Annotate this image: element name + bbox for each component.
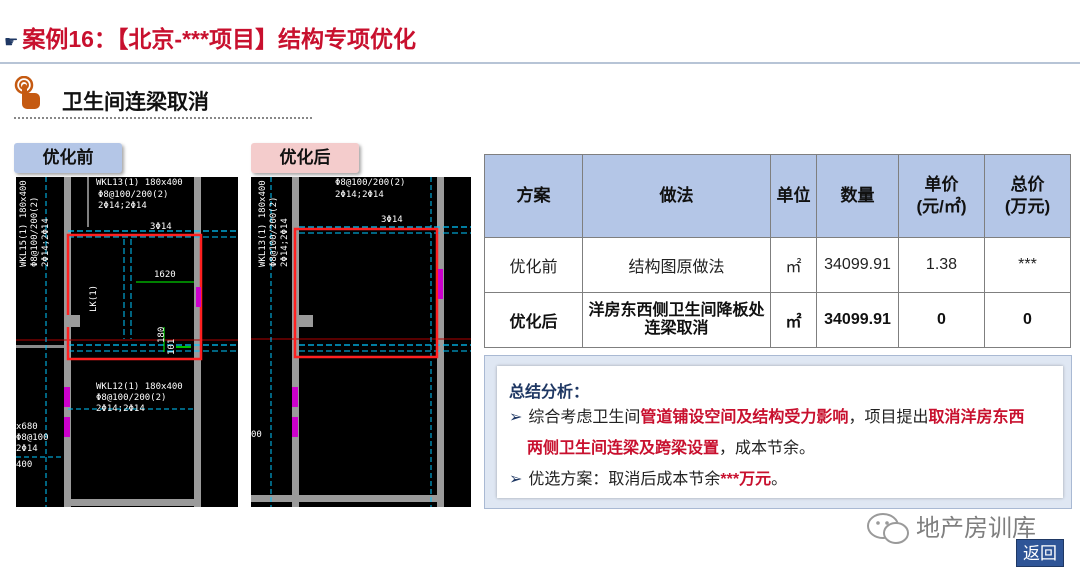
svg-text:00: 00 <box>251 430 262 440</box>
svg-text:WKL13(1) 180x400: WKL13(1) 180x400 <box>258 180 268 267</box>
svg-text:180: 180 <box>157 327 167 343</box>
cell-method: 结构图原做法 <box>582 237 771 293</box>
svg-text:WKL15(1) 180x400: WKL15(1) 180x400 <box>19 180 29 267</box>
bullet-1-highlight-b: 取消洋房东西 <box>928 409 1025 426</box>
cad-drawing-before: WKL13(1) 180x400 Φ8@100/200(2) 2Φ14;2Φ14… <box>16 177 238 507</box>
header-quantity: 数量 <box>816 154 899 238</box>
pointing-finger-icon <box>14 76 40 109</box>
cad-drawing-after: Φ8@100/200(2) 2Φ14;2Φ14 3Φ14 WKL13(1) 18… <box>251 177 471 507</box>
svg-text:3Φ14: 3Φ14 <box>381 215 403 225</box>
bullet-2-end: 。 <box>771 471 788 488</box>
summary-panel: 总结分析： ➢ 综合考虑卫生间管道铺设空间及结构受力影响，项目提出取消洋房东西 两… <box>484 355 1072 509</box>
cad-after-svg: Φ8@100/200(2) 2Φ14;2Φ14 3Φ14 WKL13(1) 18… <box>251 177 471 507</box>
cell-method: 洋房东西侧卫生间降板处连梁取消 <box>582 292 771 348</box>
svg-text:Φ8@100/200(2): Φ8@100/200(2) <box>269 197 279 267</box>
slide-title: ☛ 案例16：【北京-***项目】结构专项优化 <box>4 20 416 54</box>
cell-quantity: 34099.91 <box>816 292 899 348</box>
table-row: 优化前 结构图原做法 ㎡ 34099.91 1.38 *** <box>484 237 1071 293</box>
back-button[interactable]: 返回 <box>1016 539 1064 567</box>
svg-text:400: 400 <box>16 460 32 470</box>
before-tag: 优化前 <box>14 143 122 173</box>
title-band: ☛ 案例16：【北京-***项目】结构专项优化 <box>0 0 1080 62</box>
summary-bullet-2: ➢ 优选方案：取消后成本节余***万元。 <box>509 464 787 495</box>
header-method: 做法 <box>582 154 771 238</box>
wechat-icon <box>867 513 909 544</box>
bullet-2-text: 优选方案：取消后成本节余 <box>528 471 721 488</box>
bullet-arrow-icon: ➢ <box>509 471 523 488</box>
cell-quantity: 34099.91 <box>816 237 899 293</box>
cell-scheme: 优化后 <box>484 292 583 348</box>
svg-text:WKL13(1) 180x400: WKL13(1) 180x400 <box>96 178 183 188</box>
bullet-1-text-a: 综合考虑卫生间 <box>528 409 641 426</box>
cell-total: *** <box>984 237 1071 293</box>
hand-pointer-icon: ☛ <box>4 34 19 51</box>
slide-title-text: 案例16：【北京-***项目】结构专项优化 <box>22 26 416 52</box>
cell-unit: ㎡ <box>770 292 817 348</box>
after-tag: 优化后 <box>251 143 359 173</box>
bullet-arrow-icon: ➢ <box>509 409 523 426</box>
svg-text:2Φ14;2Φ14: 2Φ14;2Φ14 <box>96 404 145 414</box>
table-header-row: 方案 做法 单位 数量 单价 (元/㎡) 总价 (万元) <box>484 154 1071 238</box>
header-unit: 单位 <box>770 154 817 238</box>
wechat-watermark: 地产房训库 <box>916 515 1036 542</box>
bullet-1-text-c: ，成本节余。 <box>719 440 816 457</box>
svg-text:2Φ14;2Φ14: 2Φ14;2Φ14 <box>335 190 384 200</box>
summary-bullet-1-continued: 两侧卫生间连梁及跨梁设置，成本节余。 <box>527 433 815 464</box>
svg-text:3Φ14: 3Φ14 <box>150 222 172 232</box>
section-dotted-divider <box>14 117 312 119</box>
header-scheme: 方案 <box>484 154 583 238</box>
svg-text:x680: x680 <box>16 422 38 432</box>
cell-total: 0 <box>984 292 1071 348</box>
svg-text:LK(1): LK(1) <box>89 285 99 312</box>
svg-text:Φ8@100/200(2): Φ8@100/200(2) <box>30 197 40 267</box>
cost-comparison-table: 方案 做法 单位 数量 单价 (元/㎡) 总价 (万元) 优化前 结构图原做法 … <box>484 154 1071 348</box>
header-total-price: 总价 (万元) <box>984 154 1071 238</box>
svg-text:2Φ14: 2Φ14 <box>16 444 38 454</box>
header-unit-price: 单价 (元/㎡) <box>898 154 985 238</box>
title-divider <box>0 62 1080 64</box>
cad-before-svg: WKL13(1) 180x400 Φ8@100/200(2) 2Φ14;2Φ14… <box>16 177 238 507</box>
table-row: 优化后 洋房东西侧卫生间降板处连梁取消 ㎡ 34099.91 0 0 <box>484 292 1071 348</box>
svg-text:Φ8@100/200(2): Φ8@100/200(2) <box>96 393 166 403</box>
cell-unit-price: 0 <box>898 292 985 348</box>
bullet-1-highlight-c: 两侧卫生间连梁及跨梁设置 <box>527 440 720 457</box>
svg-text:101: 101 <box>167 339 177 355</box>
svg-text:2Φ14;2Φ14: 2Φ14;2Φ14 <box>98 201 147 211</box>
section-title: 卫生间连梁取消 <box>62 91 209 114</box>
svg-text:2Φ14;2Φ14: 2Φ14;2Φ14 <box>280 218 290 267</box>
cell-unit: ㎡ <box>770 237 817 293</box>
svg-text:2Φ14;2Φ14: 2Φ14;2Φ14 <box>41 218 51 267</box>
svg-text:Φ8@100/200(2): Φ8@100/200(2) <box>98 190 168 200</box>
summary-card: 总结分析： ➢ 综合考虑卫生间管道铺设空间及结构受力影响，项目提出取消洋房东西 两… <box>497 366 1063 498</box>
summary-bullet-1: ➢ 综合考虑卫生间管道铺设空间及结构受力影响，项目提出取消洋房东西 <box>509 402 1024 433</box>
cell-unit-price: 1.38 <box>898 237 985 293</box>
summary-heading: 总结分析： <box>509 384 590 401</box>
cell-scheme: 优化前 <box>484 237 583 293</box>
svg-text:1620: 1620 <box>154 270 176 280</box>
svg-text:Φ8@100: Φ8@100 <box>16 433 49 443</box>
svg-text:WKL12(1) 180x400: WKL12(1) 180x400 <box>96 382 183 392</box>
bullet-2-highlight: ***万元 <box>720 471 772 488</box>
bullet-1-highlight-a: 管道铺设空间及结构受力影响 <box>640 409 849 426</box>
bullet-1-text-b: ，项目提出 <box>848 409 929 426</box>
svg-text:Φ8@100/200(2): Φ8@100/200(2) <box>335 178 405 188</box>
